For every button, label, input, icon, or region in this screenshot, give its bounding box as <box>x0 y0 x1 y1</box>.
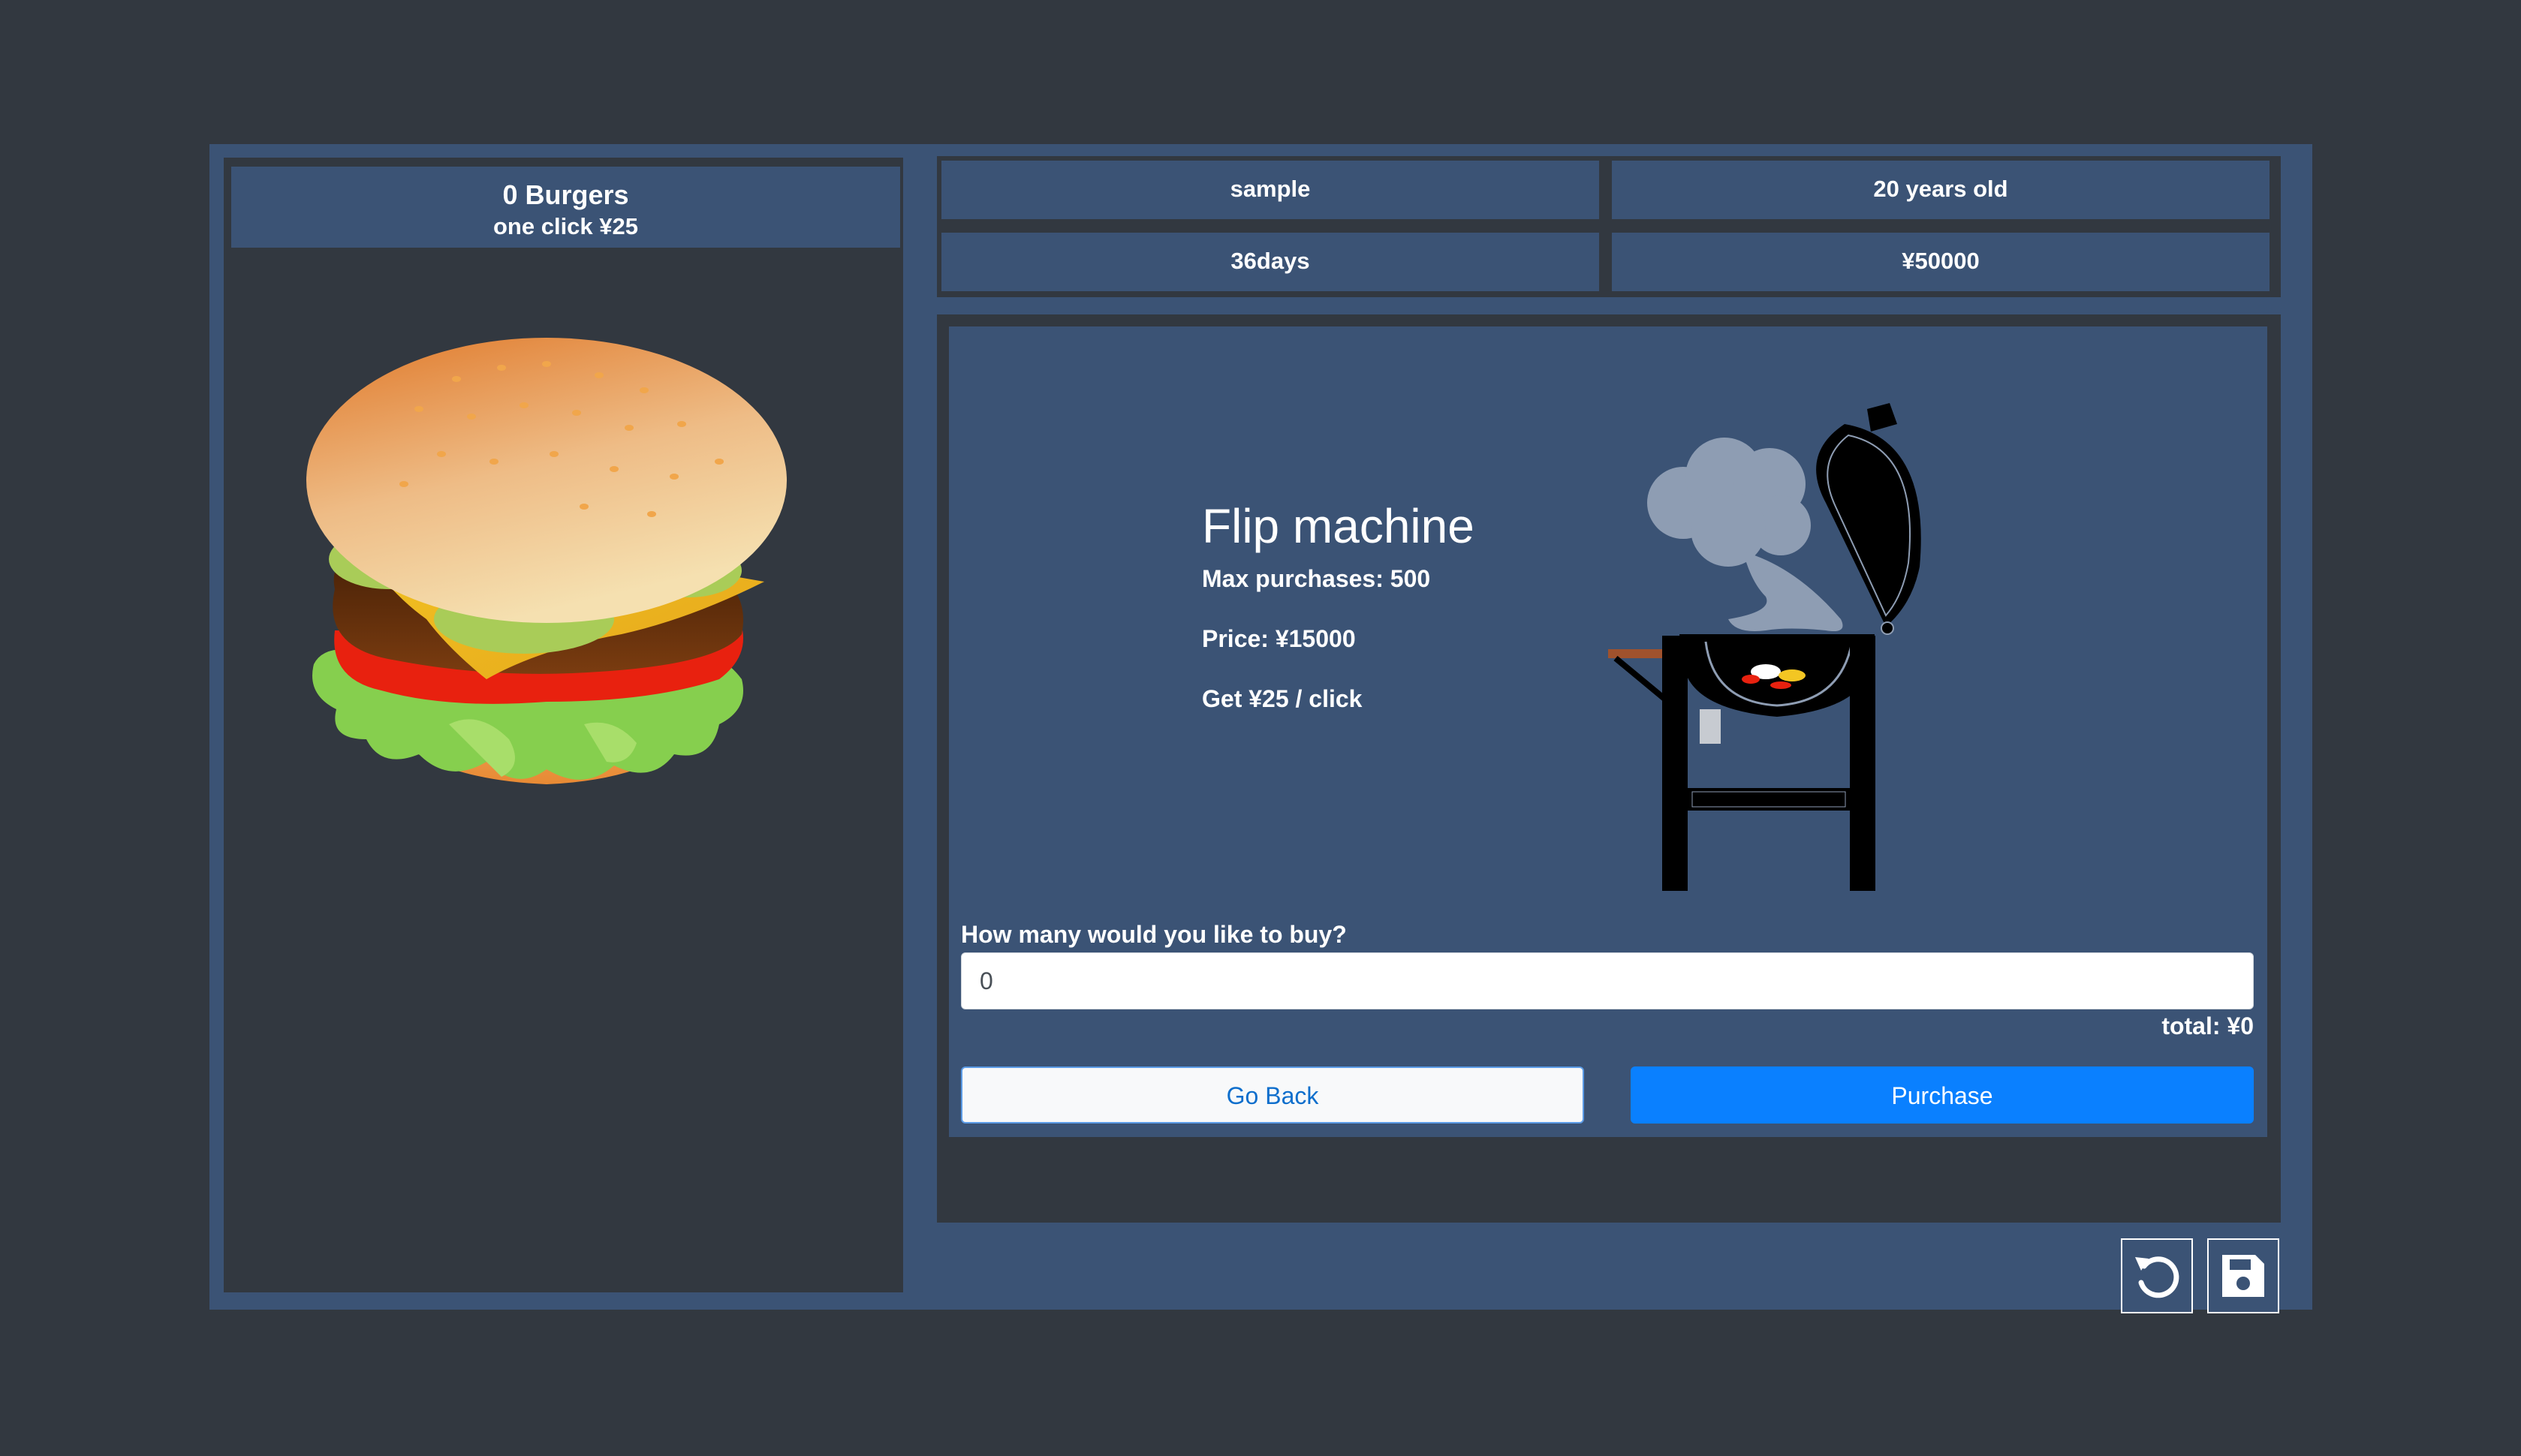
reset-icon <box>2135 1256 2179 1298</box>
save-icon <box>2222 1255 2264 1297</box>
burger-icon <box>306 338 787 784</box>
item-name: Flip machine <box>1202 499 1474 553</box>
item-image <box>1601 372 1931 912</box>
burger-panel: 0 Burgers one click ¥25 <box>222 156 905 1294</box>
item-max-purchases: Max purchases: 500 <box>1202 565 1431 592</box>
item-info: Flip machine Max purchases: 500 Price: ¥… <box>1202 498 1577 744</box>
quantity-label: How many would you like to buy? <box>961 921 1347 948</box>
player-money: ¥50000 <box>1612 233 2270 291</box>
player-age: 20 years old <box>1612 161 2270 219</box>
grill-icon <box>1608 403 1921 891</box>
burger-count: 0 Burgers <box>502 179 629 210</box>
save-button[interactable] <box>2207 1238 2279 1313</box>
game-frame: 0 Burgers one click ¥25 sample 20 years … <box>209 144 2312 1313</box>
item-panel: Flip machine Max purchases: 500 Price: ¥… <box>937 314 2281 1223</box>
item-price: Price: ¥15000 <box>1202 625 1356 652</box>
reset-button[interactable] <box>2121 1238 2193 1313</box>
elapsed-days: 36days <box>941 233 1599 291</box>
item-effect: Get ¥25 / click <box>1202 685 1363 712</box>
player-name: sample <box>941 161 1599 219</box>
quantity-input[interactable] <box>961 952 2254 1009</box>
player-info-grid: sample 20 years old 36days ¥50000 <box>937 156 2281 297</box>
burger-click-button[interactable] <box>299 334 809 852</box>
purchase-total: total: ¥0 <box>2161 1012 2254 1039</box>
burger-header: 0 Burgers one click ¥25 <box>231 167 900 248</box>
item-card: Flip machine Max purchases: 500 Price: ¥… <box>949 326 2267 1137</box>
click-value: one click ¥25 <box>492 213 638 239</box>
go-back-button[interactable]: Go Back <box>961 1066 1584 1124</box>
purchase-button[interactable]: Purchase <box>1631 1066 2254 1124</box>
